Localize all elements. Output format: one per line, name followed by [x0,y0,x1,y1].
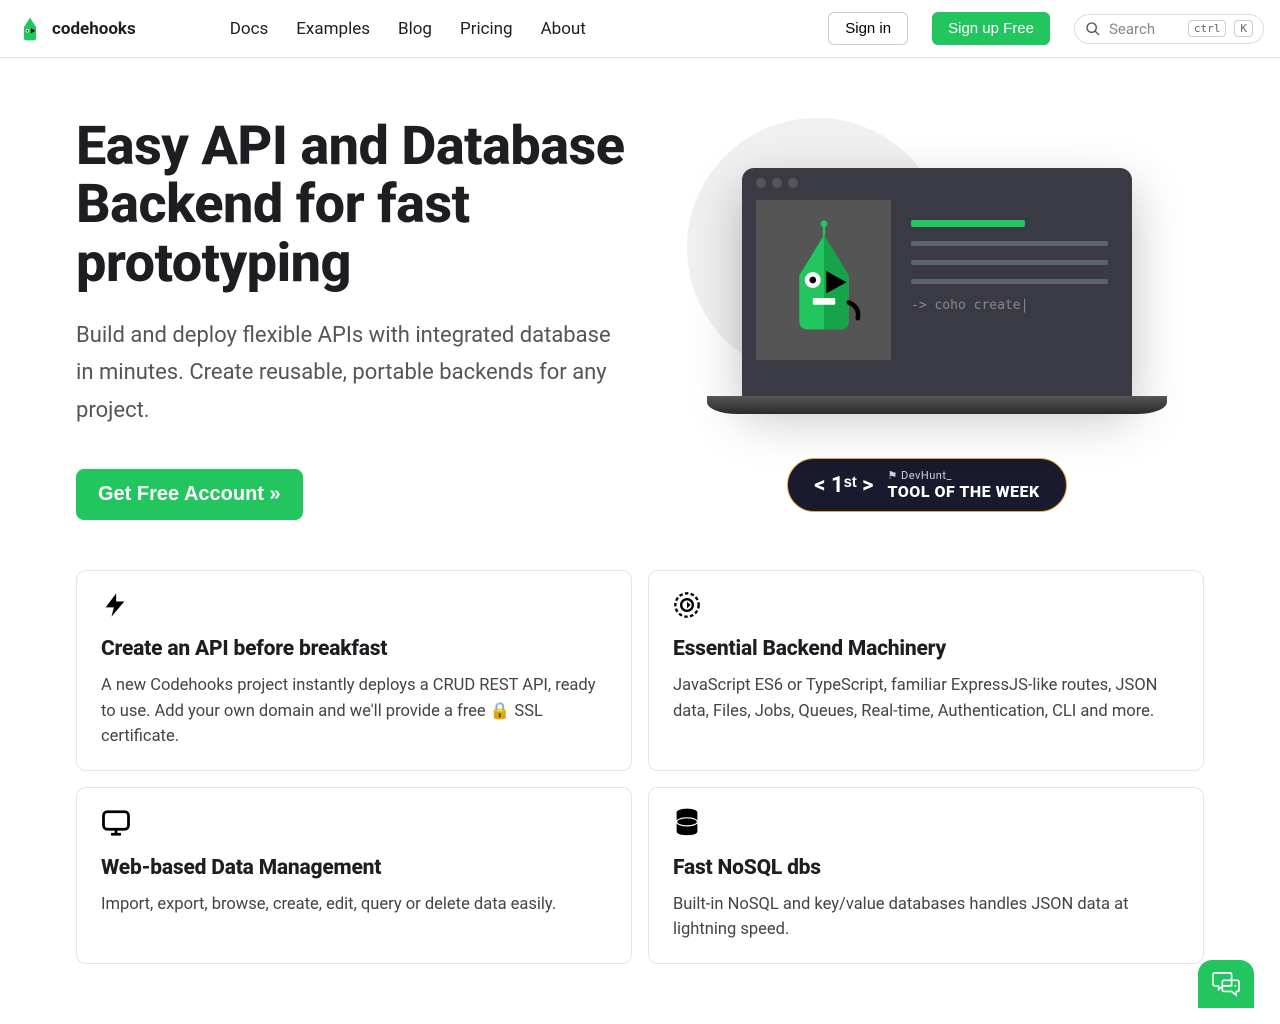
feature-title: Fast NoSQL dbs [673,856,1179,880]
tow-rank: < 1ˢᵗ > [814,472,873,498]
feature-body: Import, export, browse, create, edit, qu… [101,892,607,918]
search-placeholder: Search [1109,20,1180,38]
nav-link-blog[interactable]: Blog [398,19,432,39]
database-icon [673,808,1179,842]
brand[interactable]: codehooks [16,15,136,43]
nav-links: Docs Examples Blog Pricing About [230,19,586,39]
hero-subtitle: Build and deploy flexible APIs with inte… [76,317,630,429]
nav-link-pricing[interactable]: Pricing [460,19,513,39]
feature-card: Create an API before breakfast A new Cod… [76,570,632,771]
kbd-ctrl: ctrl [1188,20,1227,37]
feature-title: Web-based Data Management [101,856,607,880]
navbar: codehooks Docs Examples Blog Pricing Abo… [0,0,1280,58]
tow-devhunt: ⚑ DevHunt_ [887,469,1039,482]
get-free-account-button[interactable]: Get Free Account » [76,469,303,520]
signup-button[interactable]: Sign up Free [932,12,1050,45]
nav-link-examples[interactable]: Examples [296,19,370,39]
window-dots-icon [756,178,1118,188]
signin-button[interactable]: Sign in [828,12,908,45]
feature-card: Essential Backend Machinery JavaScript E… [648,570,1204,771]
tow-label: TOOL OF THE WEEK [887,482,1039,501]
features-grid: Create an API before breakfast A new Cod… [0,550,1280,1004]
mascot-avatar [756,200,891,360]
chat-icon [1211,971,1241,997]
hero-left: Easy API and Database Backend for fast p… [76,118,630,520]
feature-body: Built-in NoSQL and key/value databases h… [673,892,1179,943]
brand-logo-icon [16,15,44,43]
feature-body: A new Codehooks project instantly deploy… [101,673,607,750]
feature-card: Web-based Data Management Import, export… [76,787,632,964]
feature-title: Create an API before breakfast [101,637,607,661]
feature-title: Essential Backend Machinery [673,637,1179,661]
bolt-icon [101,591,607,623]
monitor-icon [101,808,607,842]
hero-illustration: -> coho create| [687,118,1167,428]
nav-link-about[interactable]: About [541,19,586,39]
search-box[interactable]: Search ctrl K [1074,14,1264,44]
hero-right: -> coho create| < 1ˢᵗ > ⚑ DevHunt_ TOOL … [650,118,1204,512]
search-icon [1085,21,1101,37]
gear-icon [673,591,1179,623]
kbd-k: K [1234,20,1253,37]
hero-title: Easy API and Database Backend for fast p… [76,118,630,293]
chat-fab[interactable] [1198,960,1254,1008]
nav-link-docs[interactable]: Docs [230,19,269,39]
feature-body: JavaScript ES6 or TypeScript, familiar E… [673,673,1179,724]
brand-name: codehooks [52,19,136,39]
terminal-text: -> coho create| [911,298,1118,313]
hero: Easy API and Database Backend for fast p… [0,58,1280,550]
tool-of-the-week-badge[interactable]: < 1ˢᵗ > ⚑ DevHunt_ TOOL OF THE WEEK [787,458,1066,512]
feature-card: Fast NoSQL dbs Built-in NoSQL and key/va… [648,787,1204,964]
